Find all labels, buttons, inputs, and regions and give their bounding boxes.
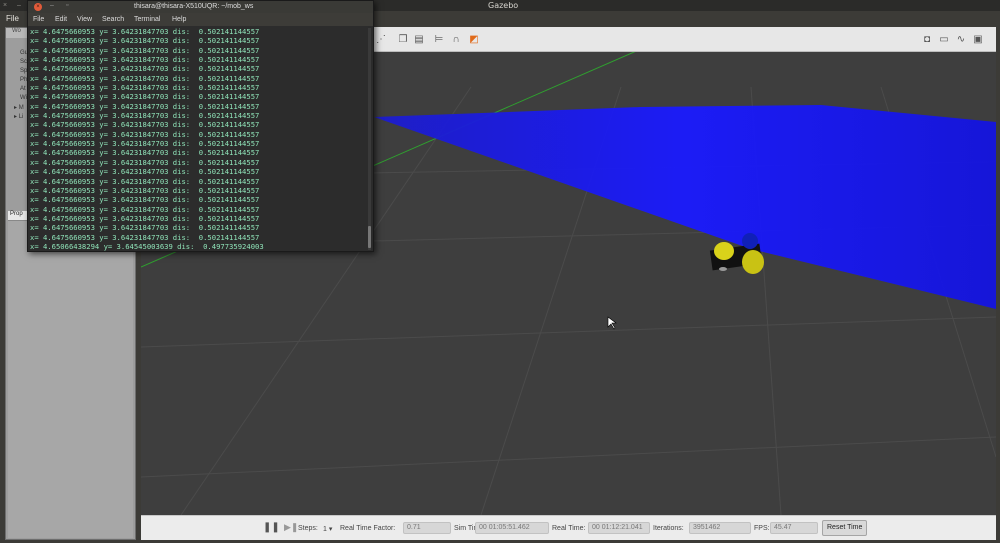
properties-panel	[8, 220, 133, 538]
real-time-value: 00 01:12:21.041	[588, 522, 650, 534]
terminal-line: x= 4.6475660953 y= 3.64231847703 dis: 0.…	[30, 204, 260, 214]
terminal-line: x= 4.6475660953 y= 3.64231847703 dis: 0.…	[30, 129, 260, 139]
iterations-label: Iterations:	[653, 525, 684, 532]
expand-arrow-icon[interactable]: ▸	[14, 105, 17, 111]
rtf-label: Real Time Factor:	[340, 525, 396, 532]
terminal-scrollbar[interactable]	[368, 28, 371, 250]
scrollbar-thumb[interactable]	[368, 226, 371, 248]
tree-item-models[interactable]: ▸ M	[14, 104, 24, 111]
terminal-menubar: File Edit View Search Terminal Help	[28, 13, 373, 26]
terminal-line: x= 4.6475660953 y= 3.64231847703 dis: 0.…	[30, 148, 260, 158]
mouse-cursor-icon	[607, 316, 617, 330]
world-tab-label: Wo	[12, 28, 21, 34]
sim-time-value: 00 01:05:51.462	[475, 522, 549, 534]
select-mode-icon[interactable]: ⋰	[375, 34, 387, 46]
fps-value: 45.47	[770, 522, 818, 534]
terminal-line: x= 4.65066438294 y= 3.64545003639 dis: 0…	[30, 241, 264, 251]
log-icon[interactable]: ▭	[938, 34, 950, 46]
tree-item-models-label: M	[18, 105, 24, 111]
reset-time-button[interactable]: Reset Time	[822, 520, 868, 536]
tree-item-wind[interactable]: Wi	[20, 95, 27, 101]
tree-item-lights[interactable]: ▸ Li	[14, 113, 23, 120]
expand-arrow-icon[interactable]: ▸	[14, 114, 17, 120]
record-video-icon[interactable]: ▣	[972, 34, 984, 46]
menu-file[interactable]: File	[6, 14, 19, 23]
terminal-line: x= 4.6475660953 y= 3.64231847703 dis: 0.…	[30, 232, 260, 242]
terminal-menu-search[interactable]: Search	[102, 16, 124, 23]
terminal-titlebar[interactable]: × – ▫ thisara@thisara-X510UQR: ~/mob_ws	[28, 1, 373, 13]
steps-label: Steps:	[298, 525, 318, 532]
terminal-line: x= 4.6475660953 y= 3.64231847703 dis: 0.…	[30, 64, 260, 74]
change-view-icon[interactable]: ◩	[468, 34, 480, 46]
pause-icon[interactable]: ❚❚	[263, 522, 280, 533]
terminal-line: x= 4.6475660953 y= 3.64231847703 dis: 0.…	[30, 27, 260, 36]
terminal-menu-view[interactable]: View	[77, 16, 92, 23]
close-icon[interactable]: ×	[34, 3, 42, 11]
steps-spinner[interactable]: 1 ▾	[323, 525, 332, 533]
terminal-line: x= 4.6475660953 y= 3.64231847703 dis: 0.…	[30, 223, 260, 233]
screenshot-icon[interactable]: ◘	[921, 34, 933, 46]
minimize-icon[interactable]: –	[50, 2, 54, 9]
terminal-line: x= 4.6475660953 y= 3.64231847703 dis: 0.…	[30, 213, 260, 223]
terminal-line: x= 4.6475660953 y= 3.64231847703 dis: 0.…	[30, 45, 260, 55]
terminal-line: x= 4.6475660953 y= 3.64231847703 dis: 0.…	[30, 139, 260, 149]
terminal-line: x= 4.6475660953 y= 3.64231847703 dis: 0.…	[30, 101, 260, 111]
copy-icon[interactable]: ❐	[397, 34, 409, 46]
iterations-value: 3951462	[689, 522, 751, 534]
plot-icon[interactable]: ∿	[955, 34, 967, 46]
terminal-window[interactable]: × – ▫ thisara@thisara-X510UQR: ~/mob_ws …	[27, 0, 374, 252]
app-title: Gazebo	[488, 1, 519, 10]
rtf-value: 0.71	[403, 522, 451, 534]
terminal-line: x= 4.6475660953 y= 3.64231847703 dis: 0.…	[30, 36, 260, 46]
terminal-line: x= 4.6475660953 y= 3.64231847703 dis: 0.…	[30, 195, 260, 205]
step-icon[interactable]: ▶❚	[284, 522, 298, 533]
terminal-line: x= 4.6475660953 y= 3.64231847703 dis: 0.…	[30, 120, 260, 130]
terminal-line: x= 4.6475660953 y= 3.64231847703 dis: 0.…	[30, 185, 260, 195]
terminal-line: x= 4.6475660953 y= 3.64231847703 dis: 0.…	[30, 176, 260, 186]
snap-icon[interactable]: ∩	[450, 34, 462, 46]
terminal-menu-edit[interactable]: Edit	[55, 16, 67, 23]
terminal-line: x= 4.6475660953 y= 3.64231847703 dis: 0.…	[30, 73, 260, 83]
simulation-statusbar: ❚❚ ▶❚ Steps: 1 ▾ Real Time Factor: 0.71 …	[141, 515, 996, 540]
terminal-title: thisara@thisara-X510UQR: ~/mob_ws	[134, 3, 254, 10]
terminal-output[interactable]: x= 4.6475660953 y= 3.64231847703 dis: 0.…	[28, 26, 368, 251]
terminal-line: x= 4.6475660953 y= 3.64231847703 dis: 0.…	[30, 55, 260, 65]
terminal-line: x= 4.6475660953 y= 3.64231847703 dis: 0.…	[30, 167, 260, 177]
terminal-menu-terminal[interactable]: Terminal	[134, 16, 160, 23]
terminal-menu-help[interactable]: Help	[172, 16, 186, 23]
terminal-menu-file[interactable]: File	[33, 16, 44, 23]
tree-item-lights-label: Li	[18, 114, 24, 120]
paste-icon[interactable]: ▤	[413, 34, 425, 46]
maximize-icon[interactable]: ▫	[66, 2, 68, 9]
tree-item-scene[interactable]: Sc	[20, 59, 27, 65]
terminal-line: x= 4.6475660953 y= 3.64231847703 dis: 0.…	[30, 157, 260, 167]
terminal-line: x= 4.6475660953 y= 3.64231847703 dis: 0.…	[30, 111, 260, 121]
tree-item-atmosphere[interactable]: At	[20, 86, 26, 92]
align-icon[interactable]: ⊨	[433, 34, 445, 46]
laser-scan-fan	[374, 105, 996, 309]
fps-label: FPS:	[754, 525, 770, 532]
real-time-label: Real Time:	[552, 525, 586, 532]
terminal-line: x= 4.6475660953 y= 3.64231847703 dis: 0.…	[30, 83, 260, 93]
terminal-line: x= 4.6475660953 y= 3.64231847703 dis: 0.…	[30, 92, 260, 102]
